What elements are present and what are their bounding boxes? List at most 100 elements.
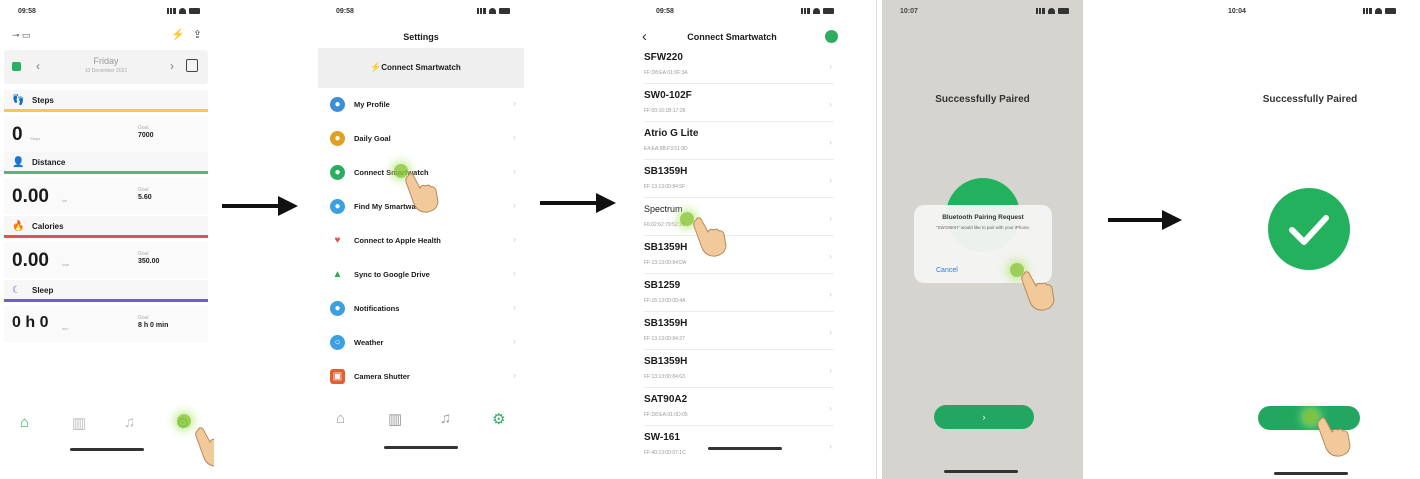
- device-name: SFW220: [644, 52, 683, 63]
- device-name: Spectrum: [644, 204, 683, 214]
- google-drive-icon: ▲: [332, 269, 343, 280]
- watch-battery-icon[interactable]: ⊸ ▭: [12, 30, 31, 41]
- connect-smartwatch-banner[interactable]: ⚡ Connect Smartwatch: [318, 48, 524, 88]
- settings-item-my-profile[interactable]: ● My Profile ›: [318, 88, 524, 122]
- settings-item-daily-goal[interactable]: ● Daily Goal ›: [318, 122, 524, 156]
- device-mac: FF:D8:EA:01:0F:3A: [644, 70, 688, 76]
- metric-value: 0.00: [12, 250, 49, 271]
- calendar-icon[interactable]: [186, 59, 198, 72]
- home-tab-icon[interactable]: ⌂: [336, 410, 345, 427]
- arrow-right-icon: [540, 193, 616, 213]
- battery-icon: [499, 8, 510, 14]
- hand-pointer-icon: [404, 170, 440, 214]
- goal-value: 5.60: [138, 194, 152, 201]
- settings-item-apple-health[interactable]: ♥ Connect to Apple Health ›: [318, 224, 524, 258]
- pairing-request-screen: 10:07 Successfully Paired Bluetooth Pair…: [882, 0, 1083, 479]
- status-bar: 09:58: [622, 8, 842, 20]
- metric-value: 0 h 0: [12, 314, 49, 331]
- next-day-button[interactable]: ›: [170, 59, 174, 73]
- page-title: Successfully Paired: [1262, 94, 1358, 105]
- device-item[interactable]: Atrio G Lite E4:EA:9B:F3:51:9D ›: [644, 124, 834, 160]
- settings-item-google-drive[interactable]: ▲ Sync to Google Drive ›: [318, 258, 524, 292]
- continue-button[interactable]: ›: [934, 405, 1034, 429]
- settings-tab-icon[interactable]: ⚙: [492, 410, 505, 428]
- status-bar: 09:58: [318, 8, 524, 20]
- banner-label: Connect Smartwatch: [381, 63, 461, 72]
- chevron-right-icon: ›: [513, 98, 516, 108]
- chevron-right-icon: ›: [513, 302, 516, 312]
- metric-unit: km: [62, 198, 68, 203]
- chevron-right-icon: ›: [513, 234, 516, 244]
- signal-icon: [1363, 8, 1372, 14]
- share-icon[interactable]: ⇪: [193, 28, 202, 41]
- wifi-icon: [813, 8, 820, 14]
- item-label: My Profile: [354, 100, 390, 109]
- device-item[interactable]: SFW220 FF:D8:EA:01:0F:3A ›: [644, 48, 834, 84]
- device-item[interactable]: SB1359H FF:13:13:00:84:5F ›: [644, 162, 834, 198]
- metric-unit: min: [62, 326, 69, 331]
- settings-item-notifications[interactable]: ● Notifications ›: [318, 292, 524, 326]
- home-tab-icon[interactable]: ⌂: [20, 414, 29, 431]
- goal-label: Goal: [138, 187, 149, 193]
- device-mac: FF:40:13:00:07:1C: [644, 450, 686, 456]
- settings-item-camera-shutter[interactable]: ▣ Camera Shutter ›: [318, 360, 524, 394]
- device-mac: F6:02:62:79:52:1B: [644, 222, 686, 228]
- battery-icon: [823, 8, 834, 14]
- watch-signal-icon: ●: [330, 165, 345, 180]
- dialog-title: Bluetooth Pairing Request: [942, 214, 1024, 221]
- chevron-right-icon: ›: [513, 132, 516, 142]
- find-watch-icon: ●: [330, 199, 345, 214]
- device-mac: FF:D8:EA:01:0D:05: [644, 412, 688, 418]
- profile-icon: ●: [330, 97, 345, 112]
- date-selector: ‹ Friday 10 December 2021 ›: [4, 50, 208, 84]
- stats-tab-icon[interactable]: ▥: [388, 410, 402, 428]
- weather-icon: ○: [330, 335, 345, 350]
- bell-tab-icon[interactable]: ♫: [124, 414, 135, 431]
- device-mac: FF:00:16:1B:17:26: [644, 108, 686, 114]
- hand-pointer-icon: [692, 214, 728, 258]
- item-label: Daily Goal: [354, 134, 391, 143]
- steps-card: 0 Steps Goal 7000: [4, 116, 208, 152]
- device-item[interactable]: SW-161 FF:40:13:00:07:1C ›: [644, 428, 834, 464]
- sleep-card: 0 h 0 min Goal 8 h 0 min: [4, 306, 208, 342]
- page-title: Settings: [403, 32, 439, 42]
- sleep-header[interactable]: ☾ Sleep: [4, 280, 208, 302]
- date-label: 10 December 2021: [84, 68, 128, 74]
- device-mac: FF:13:13:00:84:27: [644, 336, 685, 342]
- goal-label: Goal: [138, 315, 149, 321]
- battery-icon: [1385, 8, 1396, 14]
- device-item-spectrum[interactable]: Spectrum F6:02:62:79:52:1B ›: [644, 200, 834, 236]
- home-indicator: [384, 446, 458, 449]
- stats-tab-icon[interactable]: ▥: [72, 414, 86, 432]
- settings-item-weather[interactable]: ○ Weather ›: [318, 326, 524, 360]
- goal-value: 8 h 0 min: [138, 322, 169, 329]
- item-label: Sync to Google Drive: [354, 270, 430, 279]
- page-title: Connect Smartwatch: [687, 32, 777, 42]
- device-name: SB1359H: [644, 242, 688, 253]
- notification-icon: ●: [330, 301, 345, 316]
- battery-icon: [189, 8, 200, 14]
- device-item[interactable]: SAT90A2 FF:D8:EA:01:0D:05 ›: [644, 390, 834, 426]
- steps-header[interactable]: 👣 Steps: [4, 90, 208, 112]
- arrow-right-icon: [1108, 210, 1182, 230]
- home-indicator: [70, 448, 144, 451]
- status-bar: 10:07: [882, 8, 1083, 20]
- calories-header[interactable]: 🔥 Calories: [4, 216, 208, 238]
- cancel-button[interactable]: Cancel: [936, 267, 958, 274]
- camera-icon: ▣: [330, 369, 345, 384]
- device-item[interactable]: SB1259 FF:16:13:00:00:4A ›: [644, 276, 834, 312]
- wifi-icon: [179, 8, 186, 14]
- bell-tab-icon[interactable]: ♫: [440, 410, 451, 427]
- device-item[interactable]: SB1359H FF:13:13:00:84:DA ›: [644, 238, 834, 274]
- device-name: SB1259: [644, 280, 681, 291]
- refresh-icon[interactable]: [825, 30, 838, 43]
- distance-header[interactable]: 👤 Distance: [4, 152, 208, 174]
- goal-value: 7000: [138, 132, 154, 139]
- page-title: Successfully Paired: [935, 94, 1030, 105]
- calories-card: 0.00 kcal Goal 350.00: [4, 242, 208, 278]
- device-item[interactable]: SW0-102F FF:00:16:1B:17:26 ›: [644, 86, 834, 122]
- device-item[interactable]: SB1359H FF:13:13:00:84:63 ›: [644, 352, 834, 388]
- bluetooth-icon[interactable]: ⚡: [171, 28, 185, 41]
- device-item[interactable]: SB1359H FF:13:13:00:84:27 ›: [644, 314, 834, 350]
- settings-screen: 09:58 Settings ⚡ Connect Smartwatch ● My …: [318, 0, 524, 479]
